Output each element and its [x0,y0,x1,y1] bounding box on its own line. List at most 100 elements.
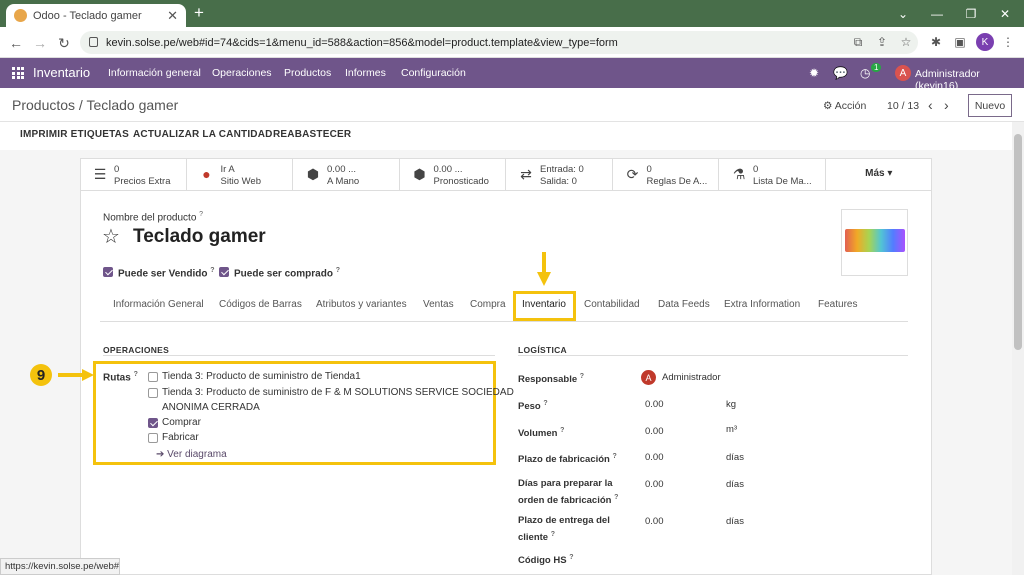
smart-button-in-out[interactable]: ⇄ Entrada: 0 Salida: 0 [506,158,613,191]
plazo-entrega-label-1: Plazo de entrega del [518,515,610,526]
smart-button-reorder-rules[interactable]: ⟳ 0 Reglas De A... [613,158,719,191]
tab-data-feeds[interactable]: Data Feeds [658,299,710,310]
plazo-fabricacion-input[interactable]: 0.00 [645,452,664,463]
responsable-field[interactable]: Administrador [662,372,721,383]
scrollbar-thumb[interactable] [1014,134,1022,350]
new-button[interactable]: Nuevo [968,94,1012,117]
help-icon[interactable]: ? [336,267,340,274]
tab-atributos-variantes[interactable]: Atributos y variantes [316,299,407,310]
browser-menu-icon[interactable]: ⋮ [1000,35,1016,51]
volumen-input[interactable]: 0.00 [645,426,664,437]
pager-prev-icon[interactable]: ‹ [928,97,933,113]
route-checkbox-fm-solutions[interactable] [148,388,158,398]
extensions-icon[interactable]: ✱ [928,35,944,51]
route-label-comprar: Comprar [162,417,201,428]
help-icon[interactable]: ? [580,373,584,380]
plazo-entrega-input[interactable]: 0.00 [645,516,664,527]
route-checkbox-fabricar[interactable] [148,433,158,443]
can-be-sold-checkbox[interactable] [103,267,113,277]
close-tab-icon[interactable]: ✕ [167,8,178,24]
print-labels-button[interactable]: IMPRIMIR ETIQUETAS [20,129,129,140]
rutas-label: Rutas ? [103,371,138,383]
translate-icon[interactable]: ⧉ [850,35,866,51]
help-icon[interactable]: ? [543,400,547,407]
tab-features[interactable]: Features [818,299,857,310]
product-name-label: Nombre del producto ? [103,211,203,223]
smart-button-website[interactable]: ● Ir A Sitio Web [187,158,293,191]
breadcrumb[interactable]: Productos / Teclado gamer [12,97,178,113]
profile-avatar[interactable]: K [976,33,994,51]
menu-productos[interactable]: Productos [284,67,331,79]
menu-configuracion[interactable]: Configuración [401,67,466,79]
restore-icon[interactable]: ❐ [954,0,988,27]
tab-search-icon[interactable]: ⌄ [886,0,920,27]
peso-label-text: Peso [518,401,541,413]
share-icon[interactable]: ⇪ [874,35,890,51]
replenish-button[interactable]: REABASTECER [273,129,351,140]
help-icon[interactable]: ? [134,371,138,378]
user-avatar[interactable]: A [895,65,911,81]
volumen-label: Volumen ? [518,424,628,441]
menu-informes[interactable]: Informes [345,67,386,79]
smart-button-label: Sitio Web [220,176,261,187]
address-bar-row: ← → ↻ kevin.solse.pe/web#id=74&cids=1&me… [0,27,1024,58]
tab-contabilidad[interactable]: Contabilidad [584,299,640,310]
app-name[interactable]: Inventario [33,65,90,80]
smart-button-label: A Mano [327,176,360,187]
smart-button-bom[interactable]: ⚗ 0 Lista De Ma... [719,158,826,191]
help-icon[interactable]: ? [569,554,573,561]
chat-icon[interactable]: 💬 [833,66,848,80]
help-icon[interactable]: ? [614,494,618,501]
cubes-icon: ⬢ [413,166,426,182]
tab-compra[interactable]: Compra [470,299,506,310]
pager-value[interactable]: 10 / 13 [887,100,919,112]
help-icon[interactable]: ? [613,453,617,460]
action-menu-button[interactable]: ⚙ Acción [823,100,866,112]
smart-button-extra-prices[interactable]: ☰ 0 Precios Extra [80,158,187,191]
back-icon[interactable]: ← [6,33,26,53]
annotation-arrow-down-icon [537,252,551,286]
arrow-right-icon: ➔ [156,449,165,460]
route-checkbox-tienda1[interactable] [148,372,158,382]
url-input[interactable]: kevin.solse.pe/web#id=74&cids=1&menu_id=… [80,31,918,54]
forward-icon[interactable]: → [30,33,50,53]
tab-ventas[interactable]: Ventas [423,299,454,310]
help-icon[interactable]: ? [199,211,203,218]
help-icon[interactable]: ? [210,267,214,274]
operaciones-title: OPERACIONES [103,345,170,355]
debug-bug-icon[interactable]: ✹ [809,66,819,80]
smart-button-on-hand[interactable]: ⬢ 0.00 ... A Mano [293,158,400,191]
plazo-entrega-label-2: cliente ? [518,528,628,545]
product-name[interactable]: Teclado gamer [133,226,266,248]
sidepanel-icon[interactable]: ▣ [952,35,968,51]
smart-button-forecasted[interactable]: ⬢ 0.00 ... Pronosticado [400,158,506,191]
smart-button-value: 0.00 ... [327,164,357,175]
plazo-fabricacion-unit: días [726,452,744,463]
close-window-icon[interactable]: ✕ [988,0,1022,27]
caret-down-icon: ▾ [887,168,893,179]
pager-next-icon[interactable]: › [944,97,949,113]
tab-informacion-general[interactable]: Información General [113,299,204,310]
reload-icon[interactable]: ↻ [54,33,74,53]
menu-operaciones[interactable]: Operaciones [212,67,272,79]
help-icon[interactable]: ? [560,427,564,434]
update-quantity-button[interactable]: ACTUALIZAR LA CANTIDAD [133,129,273,140]
bookmark-star-icon[interactable]: ☆ [898,35,914,51]
dias-preparar-input[interactable]: 0.00 [645,479,664,490]
tab-codigos-barras[interactable]: Códigos de Barras [219,299,302,310]
route-checkbox-comprar[interactable] [148,418,158,428]
peso-input[interactable]: 0.00 [645,399,664,410]
menu-informacion-general[interactable]: Información general [108,67,201,79]
apps-menu-icon[interactable] [12,67,24,79]
smart-button-more[interactable]: Más ▾ [826,158,933,191]
favorite-star-icon[interactable]: ☆ [102,224,120,249]
new-tab-icon[interactable]: + [194,3,204,23]
view-diagram-text: Ver diagrama [167,449,227,460]
help-icon[interactable]: ? [551,531,555,538]
activity-clock-icon[interactable]: ◷ [860,66,870,80]
view-diagram-link[interactable]: ➔ Ver diagrama [156,449,227,460]
can-be-purchased-checkbox[interactable] [219,267,229,277]
browser-tab[interactable]: Odoo - Teclado gamer ✕ [6,4,186,27]
minimize-icon[interactable]: — [920,0,954,27]
tab-extra-information[interactable]: Extra Information [724,299,800,310]
